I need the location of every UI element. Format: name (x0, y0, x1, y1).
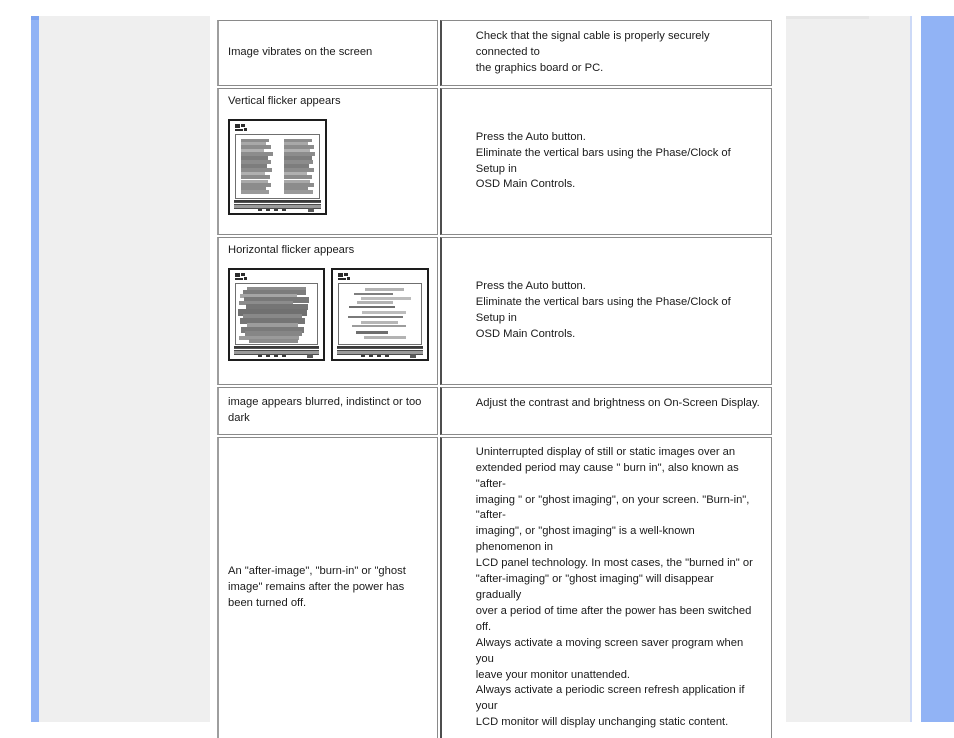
table-row: image appears blurred, indistinct or too… (217, 387, 772, 435)
solution-line: leave your monitor unattended. (475, 668, 631, 681)
symptom-text: image appears blurred, indistinct or too… (228, 396, 422, 424)
solution-line: extended period may cause " burn in", al… (475, 461, 739, 490)
solution-line: OSD Main Controls. (475, 178, 576, 191)
monitor-base (337, 347, 423, 358)
symptom-text: Horizontal flicker appears (228, 244, 355, 256)
window-icon (235, 123, 248, 131)
horizontal-flicker-monitor-image-bad (228, 267, 326, 361)
solution-cell: Adjust the contrast and brightness on On… (439, 387, 772, 435)
symptom-text: Vertical flicker appears (228, 95, 341, 107)
table-row: Vertical flicker appears Press the Auto … (217, 88, 772, 235)
solution-line: Eliminate the vertical bars using the Ph… (475, 146, 731, 175)
symptom-illustrations (228, 118, 429, 215)
page-root: Image vibrates on the screen Check that … (0, 0, 954, 738)
solution-line: Adjust the contrast and brightness on On… (475, 397, 760, 409)
right-thin-rail (910, 16, 912, 722)
symptom-cell: Horizontal flicker appears (217, 237, 438, 385)
right-blue-rail (921, 16, 954, 722)
monitor-base (234, 347, 320, 358)
main-content-area: Image vibrates on the screen Check that … (210, 0, 786, 738)
solution-cell: Check that the signal cable is properly … (439, 20, 772, 86)
screen-area (338, 282, 422, 345)
window-icon (338, 272, 351, 280)
troubleshooting-table: Image vibrates on the screen Check that … (215, 18, 774, 738)
symptom-cell: image appears blurred, indistinct or too… (217, 387, 438, 435)
solution-line: Always activate a periodic screen refres… (475, 684, 745, 713)
solution-line: Check that the signal cable is properly … (475, 30, 710, 59)
solution-line: OSD Main Controls. (475, 327, 576, 340)
right-gray-panel (786, 16, 910, 722)
solution-line: imaging", or "ghost imaging" is a well-k… (475, 525, 695, 554)
symptom-cell: Image vibrates on the screen (217, 20, 438, 86)
left-gray-panel (39, 16, 210, 722)
solution-line: Press the Auto button. (475, 130, 586, 143)
symptom-cell: Vertical flicker appears (217, 88, 438, 235)
solution-cell: Press the Auto button. Eliminate the ver… (439, 237, 772, 385)
monitor-base (234, 201, 321, 212)
screen-area (235, 282, 319, 345)
left-blue-rail (31, 16, 39, 722)
table-row: Horizontal flicker appears Press the Aut… (217, 237, 772, 385)
vertical-flicker-monitor-image (228, 118, 327, 215)
horizontal-flicker-monitor-image-good (331, 267, 429, 361)
solution-line: LCD panel technology. In most cases, the… (475, 557, 753, 570)
solution-line: LCD monitor will display unchanging stat… (475, 716, 729, 729)
symptom-illustrations (228, 267, 429, 361)
solution-line: "after-imaging" or "ghost imaging" will … (475, 573, 714, 601)
left-blue-rail-cap (31, 16, 39, 20)
window-icon (235, 272, 248, 280)
solution-cell: Uninterrupted display of still or static… (439, 436, 772, 738)
table-row: An "after-image", "burn-in" or "ghost im… (217, 436, 772, 738)
solution-line: Eliminate the vertical bars using the Ph… (475, 296, 731, 324)
flicker-bars (236, 284, 317, 344)
solution-line: the graphics board or PC. (475, 61, 604, 74)
screen-area (235, 133, 320, 199)
symptom-text: An "after-image", "burn-in" or "ghost im… (228, 565, 406, 609)
solution-line: Always activate a moving screen saver pr… (475, 636, 744, 665)
table-row: Image vibrates on the screen Check that … (217, 20, 772, 86)
solution-line: Uninterrupted display of still or static… (475, 445, 736, 458)
solution-line: imaging " or "ghost imaging", on your sc… (475, 493, 750, 522)
flicker-bars (236, 135, 319, 198)
solution-cell: Press the Auto button. Eliminate the ver… (439, 88, 772, 235)
right-panel-top-shade (786, 16, 869, 19)
symptom-cell: An "after-image", "burn-in" or "ghost im… (217, 436, 438, 738)
solution-line: Press the Auto button. (475, 280, 586, 293)
solution-line: over a period of time after the power ha… (475, 604, 752, 633)
text-lines (339, 284, 420, 344)
symptom-text: Image vibrates on the screen (228, 46, 373, 59)
